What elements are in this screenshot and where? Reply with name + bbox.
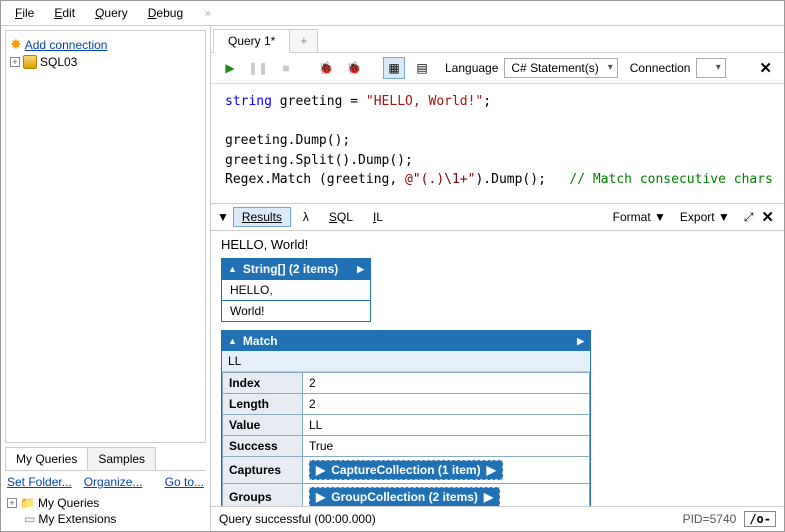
stop-button[interactable]: ■: [275, 57, 297, 79]
rich-view-button[interactable]: ▦: [383, 57, 405, 79]
status-message: Query successful (00:00.000): [219, 512, 376, 526]
database-icon: [23, 55, 37, 69]
menu-overflow-icon[interactable]: »: [205, 8, 211, 19]
collapse-icon[interactable]: ▲: [228, 264, 237, 274]
results-tab[interactable]: Results: [233, 207, 291, 227]
debug-step-button[interactable]: 🐞: [343, 57, 365, 79]
row-label: Length: [223, 394, 303, 415]
array-item: HELLO,: [222, 279, 370, 300]
right-column: Query 1* + ▶ ❚❚ ■ 🐞 🐞 ▦ ▤ Language C# St…: [211, 26, 784, 531]
star-icon: ✸: [10, 36, 22, 53]
status-bar: Query successful (00:00.000) PID=5740 /o…: [211, 506, 784, 531]
close-results-button[interactable]: ✕: [757, 208, 778, 226]
code-editor[interactable]: string greeting = "HELLO, World!"; greet…: [211, 84, 784, 204]
string-array-result: ▲String[] (2 items)▶ HELLO, World!: [221, 258, 371, 322]
row-label: Index: [223, 373, 303, 394]
row-value: LL: [303, 415, 590, 436]
toolbar: ▶ ❚❚ ■ 🐞 🐞 ▦ ▤ Language C# Statement(s) …: [211, 53, 784, 84]
run-button[interactable]: ▶: [219, 57, 241, 79]
page-icon: ▭: [24, 512, 35, 526]
export-dropdown[interactable]: Export ▼: [680, 210, 730, 224]
connection-node[interactable]: + SQL03: [10, 54, 201, 70]
row-value: 2: [303, 373, 590, 394]
status-badge[interactable]: /o-: [744, 511, 776, 527]
language-select[interactable]: C# Statement(s): [504, 58, 617, 78]
il-tab[interactable]: IL: [365, 208, 391, 226]
my-extensions-label: My Extensions: [38, 512, 116, 526]
close-query-button[interactable]: ✕: [755, 59, 776, 77]
expand-icon[interactable]: +: [10, 57, 20, 67]
my-extensions-node[interactable]: ▭ My Extensions: [7, 511, 204, 527]
captures-chip[interactable]: ▶CaptureCollection (1 item)▶: [309, 460, 503, 480]
my-queries-label: My Queries: [38, 496, 99, 510]
grid-view-button[interactable]: ▤: [411, 57, 433, 79]
chevron-right-icon[interactable]: ▶: [577, 336, 584, 347]
organize-link[interactable]: Organize...: [84, 475, 143, 489]
menu-file[interactable]: File: [7, 4, 42, 22]
menu-query[interactable]: Query: [87, 4, 136, 22]
queries-body: Set Folder... Organize... Go to... + 📁 M…: [1, 471, 210, 531]
results-collapse-icon[interactable]: ▼: [217, 210, 229, 224]
connections-panel: ✸ Add connection + SQL03: [5, 30, 206, 443]
connection-label: Connection: [630, 61, 691, 75]
groups-chip[interactable]: ▶GroupCollection (2 items)▶: [309, 487, 500, 506]
row-label: Captures: [223, 457, 303, 484]
query-tab-bar: Query 1* +: [211, 26, 784, 53]
expand-icon[interactable]: ⤢: [744, 210, 754, 225]
match-result: ▲Match▶ LL Index2 Length2 ValueLL Succes…: [221, 330, 591, 506]
chevron-right-icon[interactable]: ▶: [357, 264, 364, 275]
results-pane[interactable]: HELLO, World! ▲String[] (2 items)▶ HELLO…: [211, 231, 784, 506]
menu-debug[interactable]: Debug: [140, 4, 191, 22]
pause-button[interactable]: ❚❚: [247, 57, 269, 79]
status-pid: PID=5740: [683, 512, 737, 526]
left-column: ✸ Add connection + SQL03 My Queries Samp…: [1, 26, 211, 531]
row-label: Success: [223, 436, 303, 457]
sql-tab[interactable]: SQL: [321, 208, 361, 226]
set-folder-link[interactable]: Set Folder...: [7, 475, 72, 489]
queries-tabs: My Queries Samples: [5, 447, 206, 471]
array-item: World!: [222, 300, 370, 321]
collapse-icon[interactable]: ▲: [228, 336, 237, 346]
add-connection-link[interactable]: Add connection: [25, 38, 108, 52]
add-connection-row[interactable]: ✸ Add connection: [10, 35, 201, 54]
menu-edit[interactable]: Edit: [46, 4, 83, 22]
row-label: Value: [223, 415, 303, 436]
tab-samples[interactable]: Samples: [87, 447, 156, 470]
match-first-row: LL: [222, 351, 590, 372]
menu-bar: File Edit Query Debug »: [1, 1, 784, 26]
result-text-hello: HELLO, World!: [221, 237, 774, 252]
debug-button[interactable]: 🐞: [315, 57, 337, 79]
tab-my-queries[interactable]: My Queries: [5, 447, 88, 470]
format-dropdown[interactable]: Format ▼: [613, 210, 666, 224]
row-value: True: [303, 436, 590, 457]
row-label: Groups: [223, 484, 303, 507]
row-value: 2: [303, 394, 590, 415]
add-tab-button[interactable]: +: [290, 29, 318, 53]
language-label: Language: [445, 61, 498, 75]
connection-select[interactable]: [696, 58, 725, 78]
my-queries-node[interactable]: + 📁 My Queries: [7, 495, 204, 511]
main-area: ✸ Add connection + SQL03 My Queries Samp…: [1, 26, 784, 531]
results-toolbar: ▼ Results λ SQL IL Format ▼ Export ▼ ⤢ ✕: [211, 204, 784, 231]
connection-label: SQL03: [40, 55, 77, 69]
lambda-tab[interactable]: λ: [295, 208, 317, 226]
expand-icon[interactable]: +: [7, 498, 17, 508]
goto-link[interactable]: Go to...: [165, 475, 204, 489]
folder-icon: 📁: [20, 496, 35, 510]
query-tab-active[interactable]: Query 1*: [213, 29, 290, 53]
